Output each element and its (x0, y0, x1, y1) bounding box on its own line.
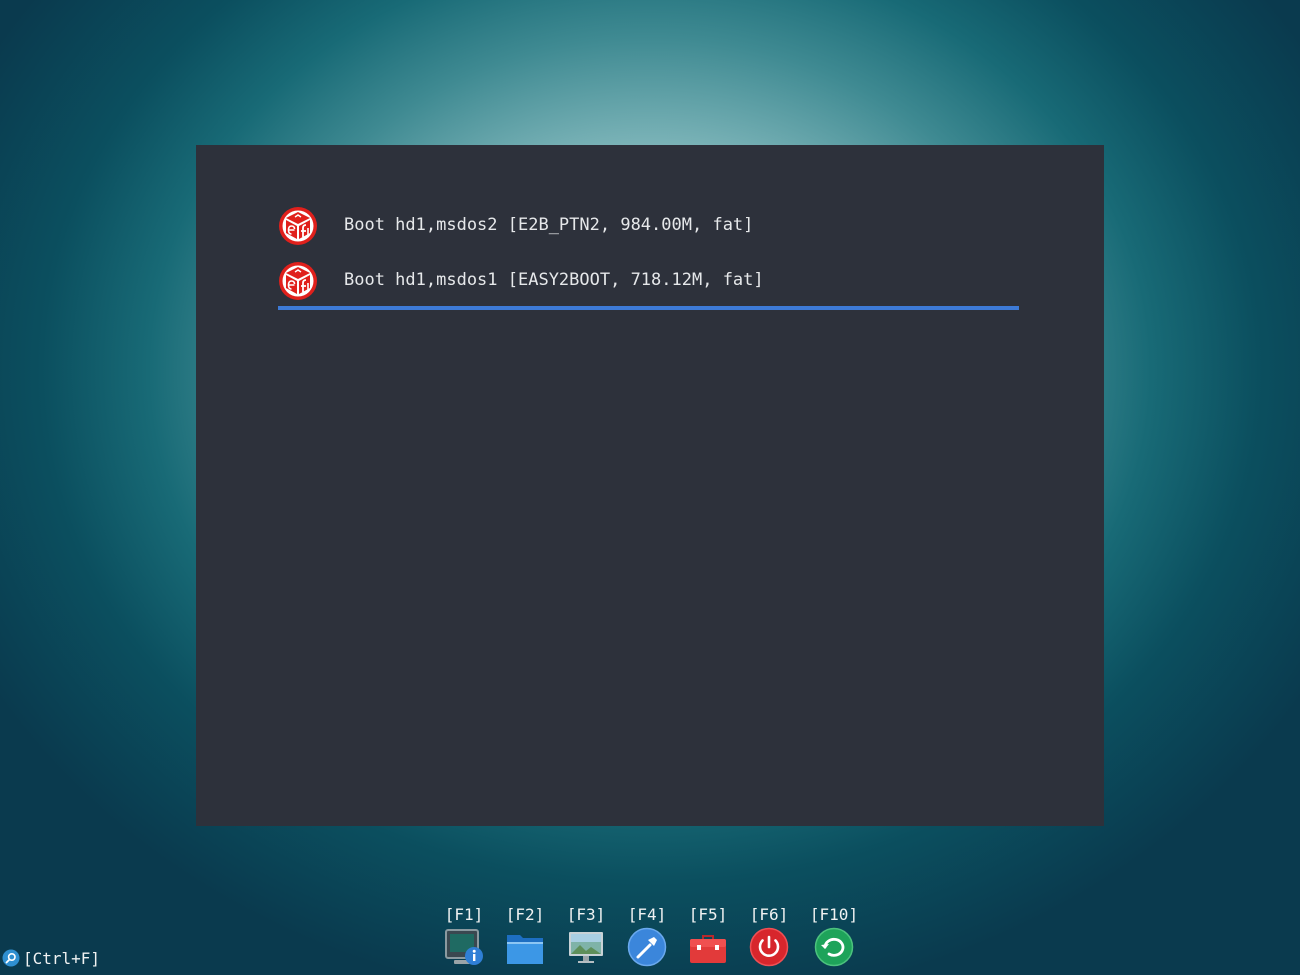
display-icon (569, 932, 603, 963)
hotkey-f3-display[interactable]: [F3] (558, 905, 614, 965)
system-info-icon (445, 929, 483, 965)
hotkey-f10-reboot[interactable]: [F10] (806, 905, 862, 967)
hotkey-f2-files[interactable]: [F2] (497, 905, 553, 965)
hotkey-f1-system-info[interactable]: [F1] (436, 905, 492, 965)
uefi-icon (279, 207, 317, 245)
hotkey-label: [F4] (627, 905, 667, 924)
search-hint[interactable]: [Ctrl+F] (2, 947, 100, 969)
hotkey-label: [F1] (444, 905, 484, 924)
boot-entry-label: Boot hd1,msdos2 [E2B_PTN2, 984.00M, fat] (344, 215, 754, 235)
hotkey-label: [F5] (688, 905, 728, 924)
hotkey-label: [F2] (505, 905, 545, 924)
folder-icon (507, 935, 543, 964)
hotkey-f6-power[interactable]: [F6] (741, 905, 797, 967)
selection-highlight-bar (278, 306, 1019, 310)
hotkey-label: [F10] (809, 905, 859, 924)
boot-entry-msdos1[interactable]: Boot hd1,msdos1 [EASY2BOOT, 718.12M, fat… (278, 257, 1019, 310)
hotkey-f4-settings[interactable]: [F4] (619, 905, 675, 967)
search-icon (2, 949, 20, 967)
toolbox-icon (690, 935, 726, 963)
boot-menu-panel: Boot hd1,msdos2 [E2B_PTN2, 984.00M, fat]… (196, 145, 1104, 826)
power-icon (749, 927, 789, 967)
hotkey-label: [F3] (566, 905, 606, 924)
uefi-icon (279, 262, 317, 300)
search-shortcut-label: [Ctrl+F] (23, 948, 101, 968)
hotkey-f5-tools[interactable]: [F5] (680, 905, 736, 965)
reboot-icon (814, 927, 854, 967)
boot-entry-msdos2[interactable]: Boot hd1,msdos2 [E2B_PTN2, 984.00M, fat] (278, 202, 1019, 250)
boot-entry-label: Boot hd1,msdos1 [EASY2BOOT, 718.12M, fat… (344, 270, 764, 290)
settings-icon (627, 927, 667, 967)
hotkey-label: [F6] (749, 905, 789, 924)
